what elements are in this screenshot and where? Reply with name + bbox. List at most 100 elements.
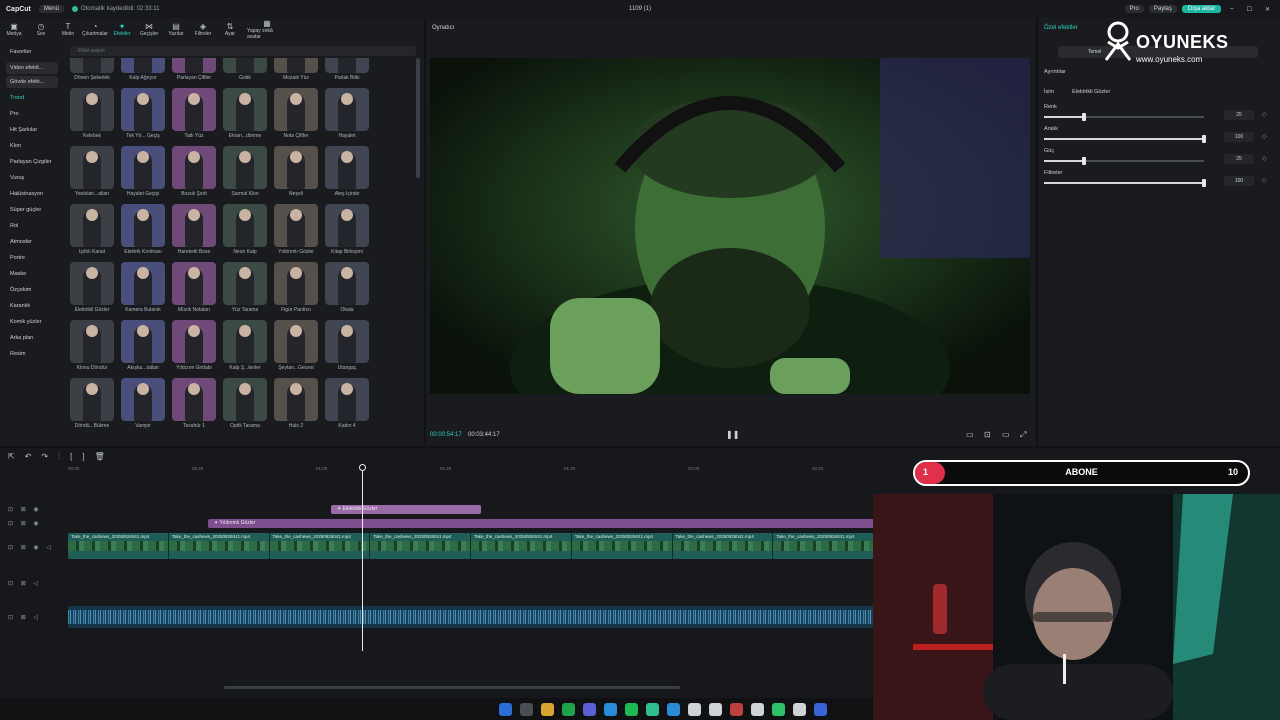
category-item[interactable]: Maske bbox=[0, 266, 64, 282]
param-value-input[interactable]: 25 bbox=[1224, 154, 1254, 164]
fullscreen-icon[interactable]: ⤢ bbox=[1020, 430, 1026, 440]
effect-card[interactable]: Kalp Ş...lenler bbox=[223, 320, 267, 376]
split-icon[interactable]: ⫶ bbox=[58, 452, 60, 462]
effect-card[interactable]: Tek Yö... Geçiş bbox=[121, 88, 165, 144]
tab-ai-avatar[interactable]: ▦ Yapay zekâ avatar bbox=[247, 19, 287, 40]
category-item[interactable]: Özçekim bbox=[0, 282, 64, 298]
tab-audio[interactable]: ◷ Ses bbox=[31, 22, 51, 37]
video-segment[interactable]: Take_the_cashews_20250926041.mp4 bbox=[571, 533, 673, 559]
keyframe-icon[interactable]: ◇ bbox=[1262, 155, 1267, 162]
taskbar-app-icon[interactable] bbox=[793, 702, 806, 716]
taskbar-app-icon[interactable] bbox=[625, 702, 638, 716]
select-icon[interactable]: ⇱ bbox=[8, 452, 15, 462]
section-details[interactable]: Ayrıntılar bbox=[1044, 69, 1066, 75]
maximize-icon[interactable]: ☐ bbox=[1243, 6, 1256, 13]
audio-track-head[interactable]: ⊡ ⊠ ◁ bbox=[8, 614, 41, 621]
category-item[interactable]: Portre bbox=[0, 250, 64, 266]
filter-track-head[interactable]: ⊡ ⊠ ◉ bbox=[8, 520, 42, 527]
export-button[interactable]: Dışa aktar bbox=[1181, 5, 1222, 13]
category-item[interactable]: Vuruş bbox=[0, 170, 64, 186]
effect-card[interactable]: Gotik bbox=[223, 58, 267, 86]
effect-card[interactable]: Hareketli Bose bbox=[172, 204, 216, 260]
effect-card[interactable]: Elektrikli Gözler bbox=[70, 262, 114, 318]
tab-filters[interactable]: ◈ Filtreler bbox=[193, 22, 213, 37]
keyframe-icon[interactable]: ◇ bbox=[1262, 177, 1267, 184]
video-preview[interactable] bbox=[430, 58, 1030, 394]
taskbar-app-icon[interactable] bbox=[541, 702, 554, 716]
taskbar-app-icon[interactable] bbox=[772, 702, 785, 716]
effect-card[interactable]: Optik Tarama bbox=[223, 378, 267, 434]
category-item[interactable]: Hit Şarkılar bbox=[0, 122, 64, 138]
taskbar-app-icon[interactable] bbox=[583, 702, 596, 716]
taskbar-app-icon[interactable] bbox=[499, 702, 512, 716]
keyframe-icon[interactable]: ◇ bbox=[1262, 111, 1267, 118]
effect-card[interactable]: Kalp Ağrıyor bbox=[121, 58, 165, 86]
effect-track-head[interactable]: ⊡ ⊠ ◉ bbox=[8, 506, 42, 513]
video-segment[interactable]: Take_the_cashews_20250926041.mp4 bbox=[370, 533, 471, 559]
effect-card[interactable]: Neşeli bbox=[274, 146, 318, 202]
effect-card[interactable]: Bozuk Şerit bbox=[172, 146, 216, 202]
effect-card[interactable]: Klonu Döndür bbox=[70, 320, 114, 376]
effect-card[interactable]: Utangaç bbox=[325, 320, 369, 376]
category-item[interactable]: Parlayan Çizgiler bbox=[0, 154, 64, 170]
filter-clip[interactable]: ✦ Yıldırımlı Gözler bbox=[208, 519, 874, 528]
ratio-icon[interactable]: ▭ bbox=[966, 430, 974, 439]
tab-transitions[interactable]: ⋈ Geçişler bbox=[139, 22, 159, 37]
category-item[interactable]: Karanlık bbox=[0, 298, 64, 314]
param-value-input[interactable]: 100 bbox=[1224, 132, 1254, 142]
category-item[interactable]: Arka plan bbox=[0, 330, 64, 346]
effect-card[interactable]: Dönen Şekerlek bbox=[70, 58, 114, 86]
effect-card[interactable]: Sarmal Klon bbox=[223, 146, 267, 202]
effect-card[interactable]: Işıltılı Kanat bbox=[70, 204, 114, 260]
trim-right-icon[interactable]: ] bbox=[82, 452, 84, 462]
effect-card[interactable]: Döndü...Bükme bbox=[70, 378, 114, 434]
taskbar-app-icon[interactable] bbox=[814, 702, 827, 716]
share-button[interactable]: Paylaş bbox=[1148, 5, 1177, 13]
effect-card[interactable]: Vampir bbox=[121, 378, 165, 434]
effect-card[interactable]: Ekran...dönme bbox=[223, 88, 267, 144]
effect-card[interactable]: Kelebek bbox=[70, 88, 114, 144]
video-segment[interactable]: Take_the_cashews_20250926041.mp4 bbox=[269, 533, 371, 559]
video-clip[interactable]: Take_the_cashews_20250926041.mp4 Take_the… bbox=[68, 533, 874, 559]
video-segment[interactable]: Take_the_cashews_20250926041.mp4 bbox=[773, 533, 874, 559]
effect-search-input[interactable]: Efekt arayın bbox=[70, 46, 416, 56]
taskbar-app-icon[interactable] bbox=[688, 702, 701, 716]
effect-card[interactable]: Kitap Birleşimi bbox=[325, 204, 369, 260]
effect-card[interactable]: Figür Parıltısı bbox=[274, 262, 318, 318]
effect-card[interactable]: Elektrik Kırılması bbox=[121, 204, 165, 260]
audio-clip[interactable] bbox=[68, 606, 874, 628]
taskbar-app-icon[interactable] bbox=[709, 702, 722, 716]
category-item[interactable]: Rol bbox=[0, 218, 64, 234]
param-slider[interactable] bbox=[1044, 135, 1206, 143]
time-ruler[interactable]: 00:0000:4001:0001:2001:4002:0002:2002:40 bbox=[68, 466, 947, 478]
pause-icon[interactable]: ❚❚ bbox=[726, 430, 739, 439]
video-track-head[interactable]: ⊡ ⊠ ◉ ◁ bbox=[8, 544, 54, 551]
playhead[interactable] bbox=[362, 466, 363, 651]
minimize-icon[interactable]: – bbox=[1226, 6, 1237, 12]
video-segment[interactable]: Take_the_cashews_20250926041.mp4 bbox=[168, 533, 270, 559]
tab-media[interactable]: ▣ Medya bbox=[4, 22, 24, 37]
effect-card[interactable]: Parlayan Çiftler bbox=[172, 58, 216, 86]
effect-card[interactable]: Nota Çiftler bbox=[274, 88, 318, 144]
effect-card[interactable]: Hayalet Geçişi bbox=[121, 146, 165, 202]
taskbar-app-icon[interactable] bbox=[520, 702, 533, 716]
trim-left-icon[interactable]: [ bbox=[70, 452, 72, 462]
effect-clip[interactable]: ✦ Elektrikli Gözler bbox=[331, 505, 481, 514]
param-value-input[interactable]: 100 bbox=[1224, 176, 1254, 186]
tab-text[interactable]: T Metin bbox=[58, 22, 78, 37]
slider-knob[interactable] bbox=[1202, 135, 1206, 143]
close-icon[interactable]: ✕ bbox=[1261, 6, 1274, 13]
grid-scrollbar[interactable] bbox=[416, 58, 420, 178]
category-item[interactable]: Süper güçler bbox=[0, 202, 64, 218]
category-item[interactable]: Komik yüzler bbox=[0, 314, 64, 330]
param-slider[interactable] bbox=[1044, 157, 1204, 165]
category-item[interactable]: Pro bbox=[0, 106, 64, 122]
effect-card[interactable]: Şeytan...Gecesi bbox=[274, 320, 318, 376]
effect-card[interactable]: Müzik Notaları bbox=[172, 262, 216, 318]
effect-card[interactable]: Ateş İçinde bbox=[325, 146, 369, 202]
category-favorites[interactable]: Favoriler bbox=[0, 44, 64, 60]
category-item[interactable]: Trend bbox=[0, 90, 64, 106]
tab-effects[interactable]: ✦ Efektler bbox=[112, 22, 132, 37]
effect-card[interactable]: Mozaik Yüz bbox=[274, 58, 318, 86]
param-slider[interactable] bbox=[1044, 113, 1204, 121]
